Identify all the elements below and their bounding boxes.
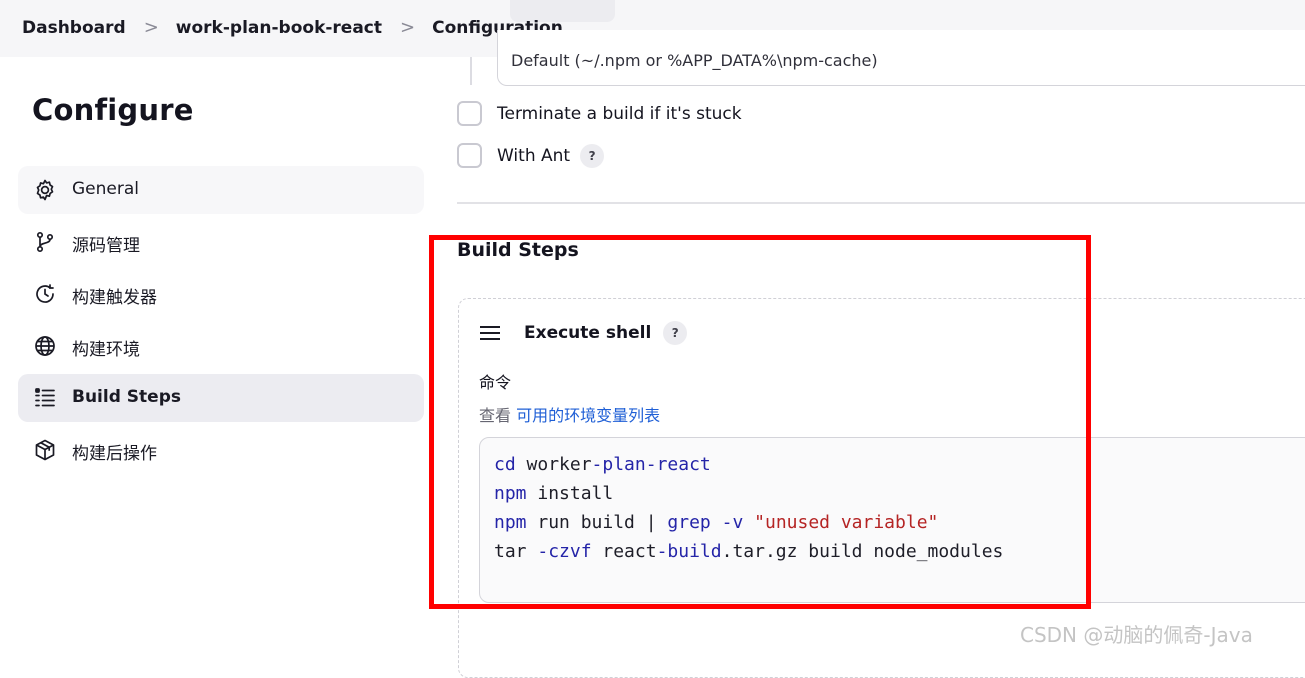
section-divider — [457, 202, 1305, 204]
sidebar-item-source-control[interactable]: 源码管理 — [18, 218, 424, 266]
env-vars-hint: 查看 可用的环境变量列表 — [479, 402, 660, 426]
code-token: -plan-react — [591, 454, 711, 475]
code-token: -v — [721, 512, 744, 533]
breadcrumb-dashboard[interactable]: Dashboard — [22, 18, 126, 38]
clock-icon — [33, 282, 57, 306]
with-ant-checkbox[interactable] — [457, 143, 482, 168]
globe-icon — [33, 334, 57, 358]
sidebar-item-build-steps[interactable]: Build Steps — [18, 374, 424, 422]
sidebar-item-build-triggers[interactable]: 构建触发器 — [18, 270, 424, 318]
sidebar-item-label: 构建环境 — [72, 340, 140, 360]
sidebar-item-label: 源码管理 — [72, 236, 140, 256]
sidebar-item-label: 构建后操作 — [72, 444, 157, 464]
code-token: npm — [494, 512, 527, 533]
code-line: npm run build | grep -v "unused variable… — [494, 512, 938, 533]
code-token: install — [526, 483, 614, 504]
with-ant-label: With Ant — [497, 145, 571, 166]
nested-indent-line — [470, 57, 472, 85]
help-icon[interactable]: ? — [663, 321, 688, 345]
code-token: "unused variable" — [754, 512, 939, 533]
code-token: tar — [494, 541, 538, 562]
package-icon — [33, 438, 57, 462]
command-label: 命令 — [479, 373, 512, 392]
code-token: .tar.gz build node_modules — [721, 541, 1004, 562]
code-token: -czvf — [537, 541, 592, 562]
npm-cache-select[interactable]: Default (~/.npm or %APP_DATA%\npm-cache) — [497, 30, 1305, 86]
command-textarea[interactable]: cd worker-plan-react npm install npm run… — [479, 437, 1305, 603]
breadcrumb: Dashboard > work-plan-book-react > Confi… — [22, 17, 563, 38]
code-token: run build | — [526, 512, 668, 533]
code-token: -build — [656, 541, 722, 562]
gear-icon — [33, 178, 57, 202]
breadcrumb-separator: > — [400, 17, 416, 38]
code-line: tar -czvf react-build.tar.gz build node_… — [494, 541, 1003, 562]
sidebar-nav: General 源码管理 构建触发器 构建环境 Build Steps 构建后操… — [18, 166, 424, 478]
drag-handle-icon[interactable] — [480, 325, 500, 340]
watermark: CSDN @动脑的佩奇-Java — [1020, 623, 1253, 647]
terminate-stuck-label: Terminate a build if it's stuck — [497, 103, 742, 124]
help-icon[interactable]: ? — [580, 143, 605, 168]
sidebar-item-post-build-actions[interactable]: 构建后操作 — [18, 426, 424, 474]
sidebar-item-label: General — [72, 179, 139, 199]
sidebar-item-general[interactable]: General — [18, 166, 424, 214]
code-token: worker — [515, 454, 592, 475]
breadcrumb-separator: > — [143, 17, 159, 38]
sidebar-item-label: 构建触发器 — [72, 288, 157, 308]
sidebar-item-label: Build Steps — [72, 387, 181, 407]
step-title: Execute shell — [524, 323, 652, 343]
build-steps-title: Build Steps — [457, 239, 579, 261]
code-token: grep — [667, 512, 711, 533]
sidebar-item-build-environment[interactable]: 构建环境 — [18, 322, 424, 370]
code-line: npm install — [494, 483, 613, 504]
page-title: Configure — [32, 93, 194, 127]
env-vars-link[interactable]: 可用的环境变量列表 — [516, 406, 660, 425]
code-token: npm — [494, 483, 527, 504]
npm-cache-value: Default (~/.npm or %APP_DATA%\npm-cache) — [511, 51, 878, 70]
git-branch-icon — [33, 230, 57, 254]
code-token: react — [591, 541, 657, 562]
list-icon — [33, 386, 57, 410]
breadcrumb-project[interactable]: work-plan-book-react — [176, 18, 382, 38]
hint-prefix: 查看 — [479, 406, 512, 425]
step-header: Execute shell ? — [524, 321, 688, 345]
terminate-stuck-checkbox[interactable] — [457, 101, 482, 126]
terminate-stuck-row: Terminate a build if it's stuck — [457, 101, 742, 126]
code-line: cd worker-plan-react — [494, 454, 711, 475]
with-ant-row: With Ant ? — [457, 143, 605, 168]
code-token: cd — [494, 454, 516, 475]
